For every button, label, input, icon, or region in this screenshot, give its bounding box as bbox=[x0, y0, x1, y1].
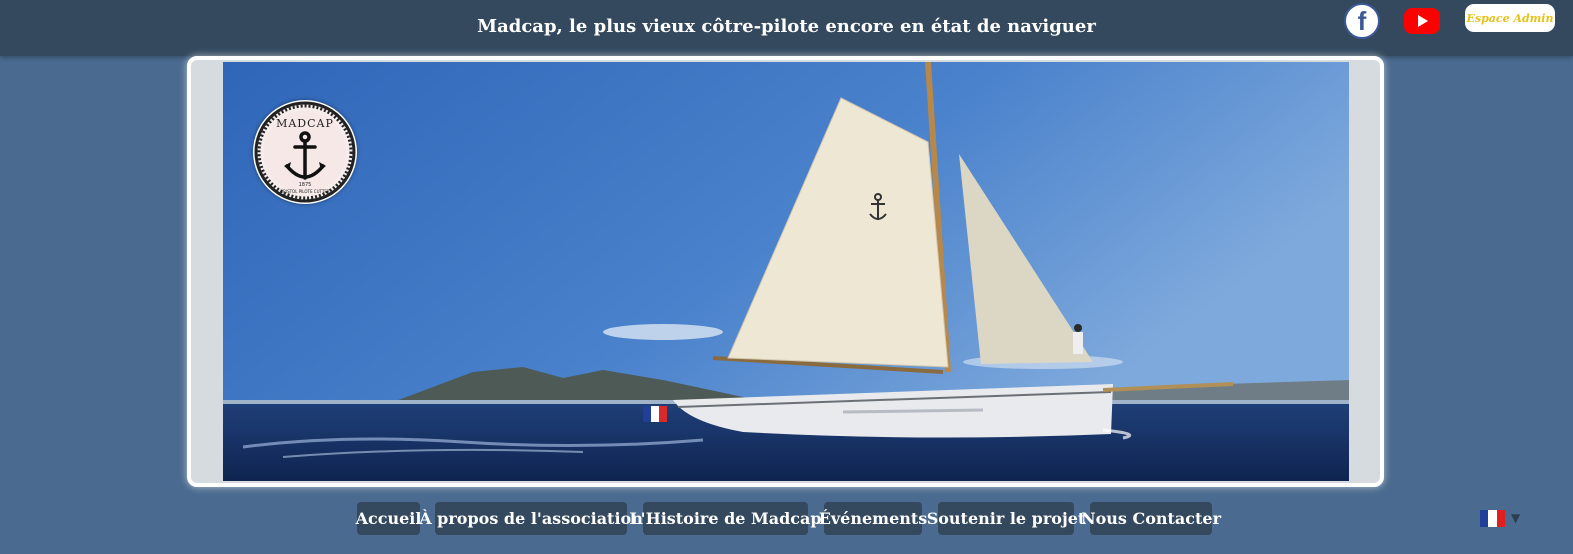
nav-contact[interactable]: Nous Contacter bbox=[1081, 502, 1221, 535]
language-selector[interactable]: ▼ bbox=[1480, 509, 1524, 527]
facebook-icon[interactable]: f bbox=[1344, 3, 1380, 39]
nav-accueil[interactable]: Accueil bbox=[356, 502, 421, 535]
nav-events[interactable]: Événements bbox=[819, 502, 927, 535]
logo-arc-text: MADCAP bbox=[276, 117, 334, 130]
hero-video[interactable] bbox=[223, 62, 1349, 481]
main-nav: Accueil À propos de l'association L'Hist… bbox=[0, 502, 1573, 536]
hero-video-frame bbox=[187, 56, 1384, 487]
logo-year: 1875 bbox=[299, 182, 312, 188]
top-header: Madcap, le plus vieux côtre-pilote encor… bbox=[0, 0, 1573, 56]
logo-bottom-text: BRISTOL PILOTE CUTTER bbox=[280, 189, 329, 194]
sailboat-video-still bbox=[223, 62, 1349, 481]
france-flag-icon bbox=[1480, 509, 1505, 527]
site-title: Madcap, le plus vieux côtre-pilote encor… bbox=[477, 16, 1096, 37]
play-icon bbox=[1418, 15, 1428, 27]
madcap-seal: MADCAP 1875 BRISTOL PILOTE CUTTER bbox=[254, 101, 356, 203]
chevron-down-icon: ▼ bbox=[1511, 511, 1521, 525]
madcap-logo[interactable]: MADCAP 1875 BRISTOL PILOTE CUTTER bbox=[253, 100, 357, 204]
nav-history[interactable]: L'Histoire de Madcap bbox=[629, 502, 822, 535]
nav-support[interactable]: Soutenir le projet bbox=[927, 502, 1085, 535]
nav-about[interactable]: À propos de l'association bbox=[419, 502, 643, 535]
youtube-icon[interactable] bbox=[1404, 8, 1440, 34]
facebook-glyph: f bbox=[1357, 5, 1367, 36]
admin-space-button[interactable]: Espace Admin bbox=[1465, 4, 1555, 32]
